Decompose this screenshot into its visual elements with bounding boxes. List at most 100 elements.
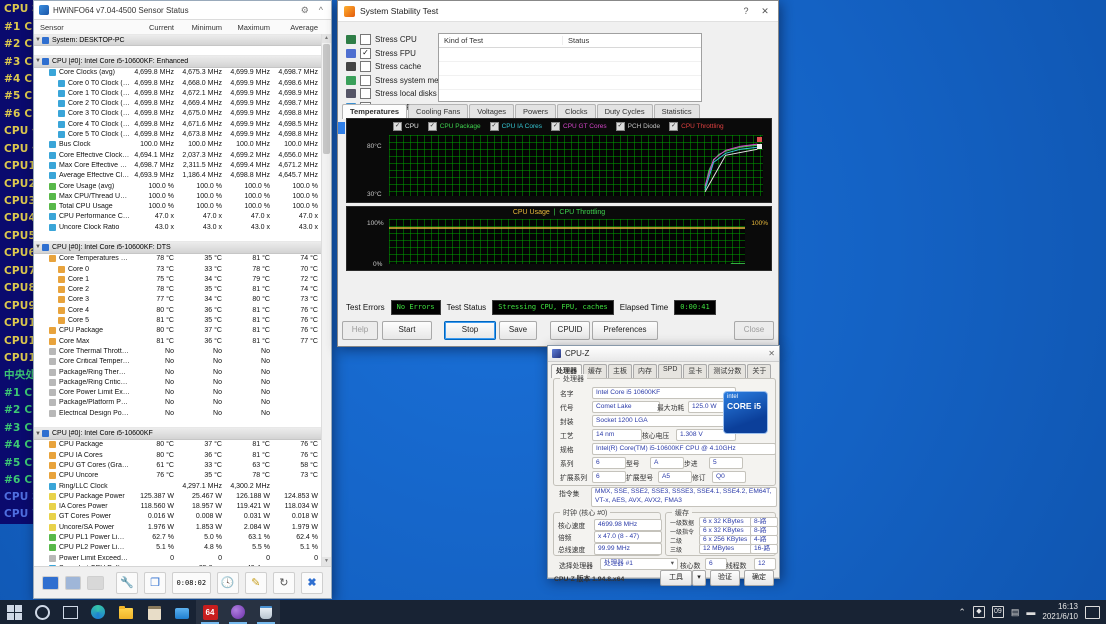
- list-col-status[interactable]: Status: [563, 36, 589, 45]
- wrench-icon[interactable]: 🔧: [116, 572, 138, 594]
- gear-icon[interactable]: ⚙: [298, 5, 312, 16]
- sensor-row[interactable]: Core 3 77 °C 34 °C 80 °C 73 °C: [34, 295, 322, 305]
- expand-icon[interactable]: ▼: [34, 58, 42, 64]
- close-x-icon[interactable]: ✖: [301, 572, 323, 594]
- tech-field[interactable]: 14 nm: [592, 429, 642, 441]
- extfamily-field[interactable]: 6: [592, 471, 626, 483]
- list-col-kind[interactable]: Kind of Test: [439, 36, 563, 45]
- tools-button[interactable]: 工具: [660, 570, 692, 586]
- hwinfo-titlebar[interactable]: HWiNFO64 v7.04-4500 Sensor Status ⚙ ^: [34, 1, 331, 20]
- instructions-field[interactable]: MMX, SSE, SSE2, SSE3, SSSE3, SSE4.1, SSE…: [591, 487, 777, 507]
- legend-item[interactable]: ✓ CPU: [393, 122, 419, 131]
- extmodel-field[interactable]: A5: [658, 471, 692, 483]
- sensor-group-row[interactable]: ▼ CPU [#0]: Intel Core i5-10600KF: Enhan…: [34, 55, 322, 67]
- checkbox[interactable]: [360, 34, 371, 45]
- tray-volume-icon[interactable]: ▬: [1026, 607, 1035, 617]
- expand-icon[interactable]: ▼: [34, 37, 42, 43]
- sensor-row[interactable]: CPU PL1 Power Limit Usage 62.7 % 5.0 % 6…: [34, 532, 322, 542]
- sensor-row[interactable]: Core 0 73 °C 33 °C 78 °C 70 °C: [34, 264, 322, 274]
- revision-field[interactable]: Q0: [712, 471, 746, 483]
- legend-checkbox-icon[interactable]: ✓: [616, 122, 625, 131]
- codename-field[interactable]: Comet Lake: [592, 401, 660, 413]
- legend-item[interactable]: ✓ CPU GT Cores: [551, 122, 607, 131]
- sensor-row[interactable]: Power Limit Exceeded Count 0 0 0 0: [34, 553, 322, 563]
- aida-titlebar[interactable]: System Stability Test ? ✕: [338, 1, 778, 22]
- sensor-row[interactable]: Core Usage (avg) 100.0 % 100.0 % 100.0 %…: [34, 181, 322, 191]
- tray-shield-icon[interactable]: ◆: [973, 606, 985, 618]
- sensor-row[interactable]: Core Clocks (avg) 4,699.8 MHz 4,675.3 MH…: [34, 68, 322, 78]
- sensor-row[interactable]: CPU IA Cores 80 °C 36 °C 81 °C 76 °C: [34, 450, 322, 460]
- tab-duty-cycles[interactable]: Duty Cycles: [597, 104, 653, 119]
- hwinfo-column-headers[interactable]: Sensor Current Minimum Maximum Average: [34, 20, 331, 35]
- hwinfo-scrollbar[interactable]: ▲ ▼: [321, 34, 331, 566]
- model-field[interactable]: A: [650, 457, 684, 469]
- save-button[interactable]: Save: [499, 321, 537, 340]
- help-icon[interactable]: ?: [739, 6, 753, 16]
- test-list[interactable]: Kind of Test Status: [438, 33, 702, 102]
- taskbar-toolbox-app-icon[interactable]: [140, 600, 168, 624]
- checkbox[interactable]: [360, 61, 371, 72]
- col-current[interactable]: Current: [130, 23, 178, 32]
- columns-toggle-icon[interactable]: [65, 576, 82, 590]
- taskbar-search-icon[interactable]: [28, 600, 56, 624]
- sensor-row[interactable]: Core Thermal Throttling (avg) No No No: [34, 346, 322, 356]
- sensor-row[interactable]: Core 3 T0 Clock (perf #2/4) 4,699.8 MHz …: [34, 109, 322, 119]
- sensor-row[interactable]: GT Cores Power 0.016 W 0.008 W 0.031 W 0…: [34, 512, 322, 522]
- sensor-row[interactable]: Core Effective Clocks (avg) 4,694.1 MHz …: [34, 150, 322, 160]
- taskbar-clock[interactable]: 16:13 2021/6/10: [1042, 602, 1078, 622]
- sensor-group-row[interactable]: ▼ CPU [#0]: Intel Core i5-10600KF: [34, 427, 322, 439]
- cpuz-tab-关于[interactable]: 关于: [747, 364, 771, 378]
- taskbar-edge-icon[interactable]: [84, 600, 112, 624]
- tab-clocks[interactable]: Clocks: [557, 104, 596, 119]
- sensor-row[interactable]: Average Effective Clock 4,693.9 MHz 1,18…: [34, 171, 322, 181]
- sensor-group-row[interactable]: ▼ System: DESKTOP-PC: [34, 34, 322, 46]
- close-icon[interactable]: ✕: [758, 6, 772, 17]
- taskbar-file-explorer-icon[interactable]: [112, 600, 140, 624]
- tab-statistics[interactable]: Statistics: [654, 104, 700, 119]
- tray-network-icon[interactable]: ▤: [1011, 607, 1020, 618]
- sensor-row[interactable]: Package/Platform Power Limit Exc... No N…: [34, 398, 322, 408]
- checkbox[interactable]: ✓: [360, 48, 371, 59]
- tab-cooling-fans[interactable]: Cooling Fans: [408, 104, 468, 119]
- family-field[interactable]: 6: [592, 457, 626, 469]
- sensor-row[interactable]: Core 4 T0 Clock (perf #3/5) 4,699.8 MHz …: [34, 119, 322, 129]
- sensor-row[interactable]: Core Max 81 °C 36 °C 81 °C 77 °C: [34, 336, 322, 346]
- taskbar-cpu-z-icon[interactable]: [252, 600, 280, 624]
- legend-item[interactable]: ✓ CPU IA Cores: [490, 122, 542, 131]
- sensor-row[interactable]: Core 5 T0 Clock (perf #3/6) 4,699.8 MHz …: [34, 129, 322, 139]
- cpuz-tab-SPD[interactable]: SPD: [658, 364, 682, 378]
- sensor-row[interactable]: Max Core Effective Clock 4,698.7 MHz 2,3…: [34, 160, 322, 170]
- sensor-row[interactable]: Uncore Clock Ratio 43.0 x 43.0 x 43.0 x …: [34, 222, 322, 232]
- sensor-row[interactable]: Total CPU Usage 100.0 % 100.0 % 100.0 % …: [34, 201, 322, 211]
- col-minimum[interactable]: Minimum: [178, 23, 226, 32]
- legend-checkbox-icon[interactable]: ✓: [490, 122, 499, 131]
- sensor-row[interactable]: IA Cores Power 118.560 W 18.957 W 119.42…: [34, 501, 322, 511]
- collapse-icon[interactable]: ^: [316, 5, 326, 15]
- tools-dropdown-icon[interactable]: ▾: [692, 570, 706, 586]
- sensor-row[interactable]: CPU Performance Clock Multiplier 47.0 x …: [34, 212, 322, 222]
- corespeed-field[interactable]: 4699.98 MHz: [594, 519, 662, 531]
- sensor-row[interactable]: CPU Package Power 125.387 W 25.467 W 126…: [34, 491, 322, 501]
- tray-input-indicator[interactable]: 09: [992, 606, 1004, 618]
- cpuz-tab-内存[interactable]: 内存: [633, 364, 657, 378]
- col-maximum[interactable]: Maximum: [226, 23, 274, 32]
- scroll-up-icon[interactable]: ▲: [322, 34, 331, 43]
- expand-icon[interactable]: ▼: [34, 244, 42, 250]
- sensor-row[interactable]: Core 1 75 °C 34 °C 79 °C 72 °C: [34, 274, 322, 284]
- package-field[interactable]: Socket 1200 LGA: [592, 415, 736, 427]
- legend-checkbox-icon[interactable]: ✓: [428, 122, 437, 131]
- cpu-select-dropdown[interactable]: 处理器 #1▾: [600, 558, 678, 570]
- sensor-row[interactable]: Uncore/SA Power 1.976 W 1.853 W 2.084 W …: [34, 522, 322, 532]
- validate-button[interactable]: 验证: [710, 570, 740, 586]
- busspeed-field[interactable]: 99.99 MHz: [594, 543, 662, 555]
- sensor-row[interactable]: Core Critical Temperature No No No: [34, 357, 322, 367]
- sensor-row[interactable]: Max CPU/Thread Usage 100.0 % 100.0 % 100…: [34, 191, 322, 201]
- sensor-group-row[interactable]: ▼ CPU [#0]: Intel Core i5-10600KF: DTS: [34, 241, 322, 253]
- scrollbar-thumb[interactable]: [323, 44, 330, 154]
- tab-voltages[interactable]: Voltages: [469, 104, 514, 119]
- legend-checkbox-icon[interactable]: ✓: [669, 122, 678, 131]
- sensor-row[interactable]: Core Power Limit Exceeded (avg) No No No: [34, 388, 322, 398]
- sensor-row[interactable]: Core 2 78 °C 35 °C 81 °C 74 °C: [34, 285, 322, 295]
- col-average[interactable]: Average: [274, 23, 322, 32]
- sensor-row[interactable]: Electrical Design Point/Other (ICC... No…: [34, 408, 322, 418]
